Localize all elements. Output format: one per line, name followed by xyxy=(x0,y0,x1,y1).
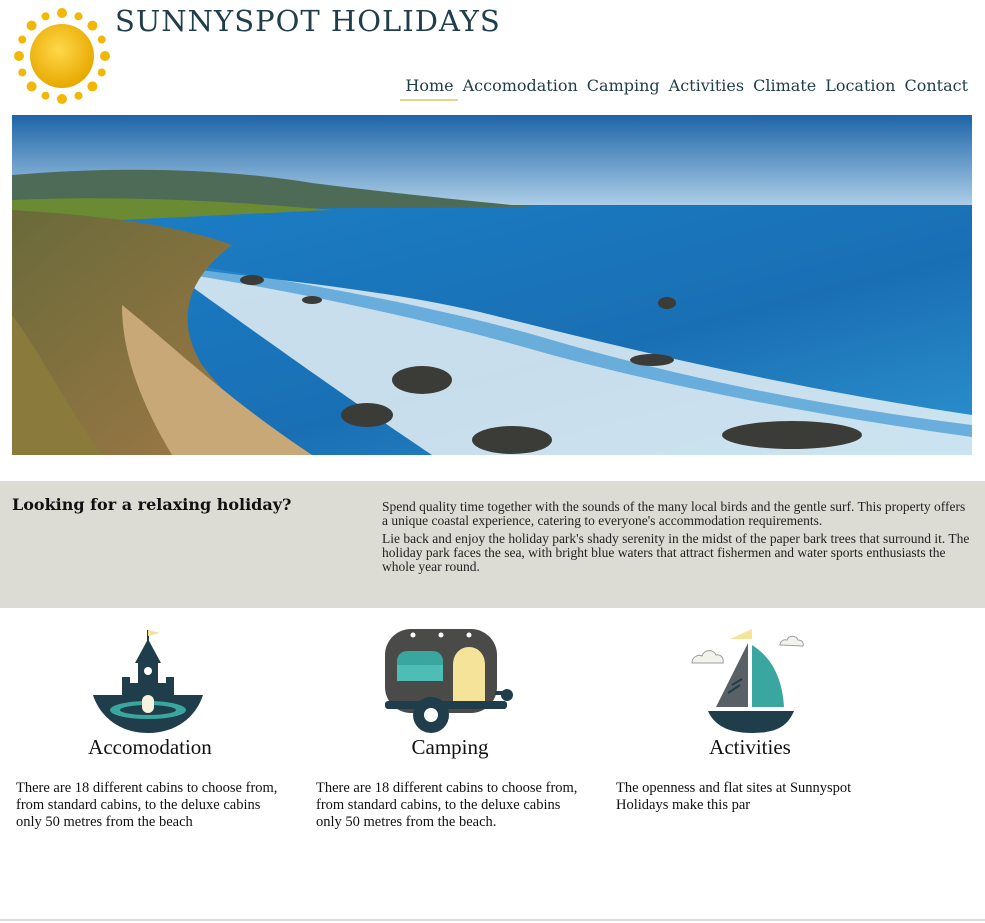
sun-ray xyxy=(18,35,27,44)
feature-text: There are 18 different cabins to choose … xyxy=(16,780,278,830)
feature-text: There are 18 different cabins to choose … xyxy=(316,780,578,830)
sun-ray xyxy=(97,68,106,77)
intro-copy: Spend quality time together with the sou… xyxy=(382,500,972,578)
sun-ray xyxy=(87,20,98,31)
feature-title: Activities xyxy=(709,735,791,759)
sun-icon[interactable] xyxy=(10,4,114,108)
intro-paragraph: Lie back and enjoy the holiday park's sh… xyxy=(382,531,970,574)
intro-heading: Looking for a relaxing holiday? xyxy=(12,495,292,514)
sun-ray xyxy=(57,8,67,18)
sun-ray xyxy=(97,35,106,44)
nav-item-camping[interactable]: Camping xyxy=(582,74,664,101)
caravan-icon[interactable] xyxy=(383,627,515,739)
sun-ray xyxy=(18,68,27,77)
nav-item-contact[interactable]: Contact xyxy=(899,74,972,101)
nav-item-home[interactable]: Home xyxy=(400,74,458,101)
intro-section: Looking for a relaxing holiday? Spend qu… xyxy=(0,481,985,608)
nav-item-climate[interactable]: Climate xyxy=(748,74,820,101)
footer-divider xyxy=(0,919,985,921)
sun-ray xyxy=(74,91,83,100)
nav-item-activities[interactable]: Activities xyxy=(664,74,748,101)
sun-ray xyxy=(57,94,67,104)
hero-image xyxy=(12,115,972,455)
sun-ray xyxy=(41,91,50,100)
intro-paragraph: Spend quality time together with the sou… xyxy=(382,499,966,528)
castle-icon[interactable] xyxy=(88,627,208,741)
main-nav: Home Accomodation Camping Activities Cli… xyxy=(400,74,972,101)
sun-ray xyxy=(74,12,83,21)
sun-ray xyxy=(26,20,37,31)
feature-text: The openness and flat sites at Sunnyspot… xyxy=(616,780,852,813)
sailboat-icon[interactable] xyxy=(688,627,808,741)
nav-item-accomodation[interactable]: Accomodation xyxy=(458,74,582,101)
sun-ray xyxy=(100,51,110,61)
sun-ray xyxy=(26,81,37,92)
site-title[interactable]: SUNNYSPOT HOLIDAYS xyxy=(115,4,501,38)
sun-ray xyxy=(87,81,98,92)
sun-ray xyxy=(14,51,24,61)
feature-title: Camping xyxy=(411,735,489,759)
nav-item-location[interactable]: Location xyxy=(820,74,899,101)
sun-ray xyxy=(41,12,50,21)
feature-title: Accomodation xyxy=(88,735,212,759)
